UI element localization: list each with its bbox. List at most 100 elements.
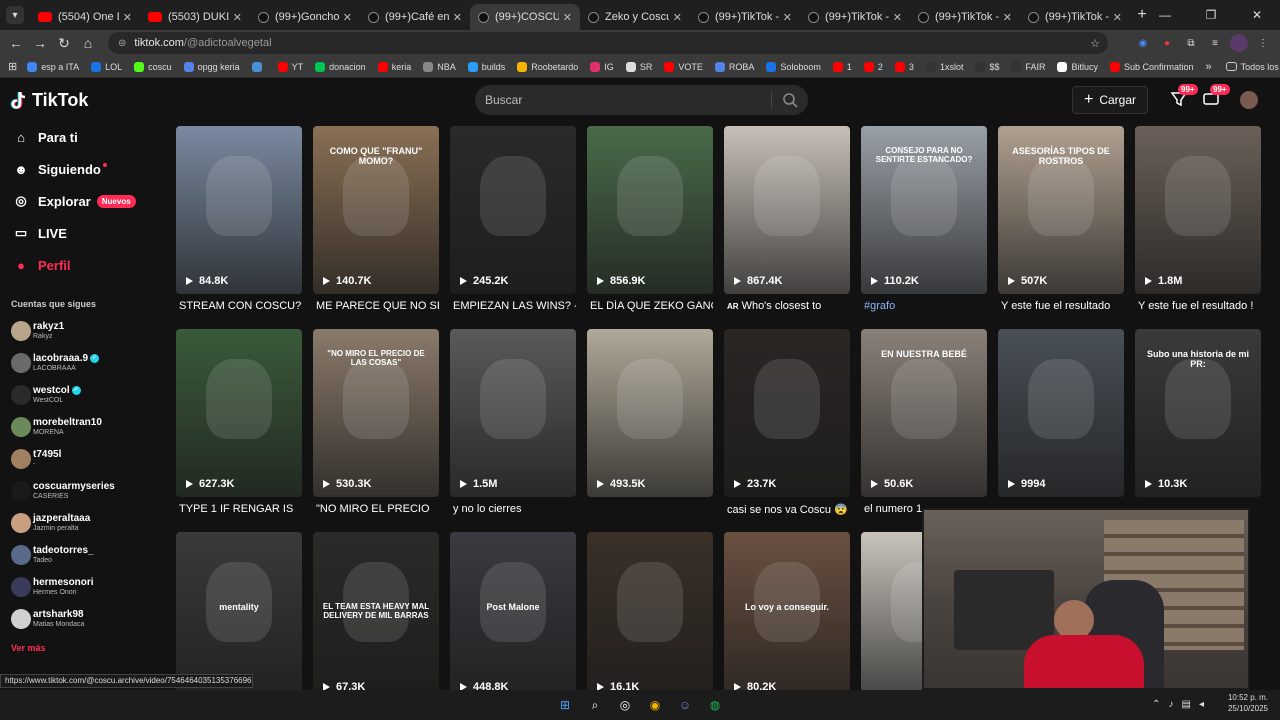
video-card[interactable]: 9994 [998, 329, 1124, 503]
sidebar-item-para-ti[interactable]: ⌂ Para ti [0, 121, 170, 153]
extensions-puzzle-icon[interactable]: ⧉ [1182, 34, 1200, 52]
followed-account[interactable]: tadeotorres_ Tadeo [0, 539, 170, 571]
forward-icon[interactable]: → [28, 35, 52, 51]
video-thumbnail[interactable]: 1.8M [1135, 126, 1261, 294]
bookmark-item[interactable]: ROBA [714, 61, 754, 72]
inbox-button[interactable]: 99+ [1170, 84, 1198, 108]
video-caption[interactable]: AR Who's closest to [724, 300, 850, 312]
bookmark-item[interactable]: Sub Confirmation [1110, 61, 1194, 72]
video-caption[interactable]: #grafo [861, 300, 987, 312]
messages-button[interactable]: 99+ [1202, 84, 1230, 108]
tiktok-logo[interactable]: TikTok [10, 90, 88, 111]
video-caption[interactable]: TYPE 1 IF RENGAR IS [176, 503, 302, 515]
bookmark-item[interactable]: 2 [863, 61, 883, 72]
video-thumbnail[interactable]: 493.5K [587, 329, 713, 497]
bookmark-item[interactable]: FAIR [1011, 61, 1045, 72]
sidebar-item-siguiendo[interactable]: ☻ Siguiendo [0, 153, 170, 185]
url-field[interactable]: ⊜ tiktok.com/@adictoalvegetal ☆ [108, 32, 1108, 54]
video-caption[interactable]: "NO MIRO EL PRECIO [313, 503, 439, 515]
bookmark-item[interactable]: YT [277, 61, 303, 72]
video-card[interactable]: mentality [176, 532, 302, 696]
bookmark-item[interactable]: donacion [315, 61, 366, 72]
video-thumbnail[interactable]: COMO QUE "FRANU" MOMO? 140.7K [313, 126, 439, 294]
apps-grid-icon[interactable]: ⊞ [8, 60, 17, 73]
sidebar-item-explorar[interactable]: ◎ Explorar Nuevos [0, 185, 170, 217]
followed-account[interactable]: artshark98 Matias Mondaca [0, 603, 170, 635]
close-tab-icon[interactable]: ✕ [343, 11, 352, 24]
video-thumbnail[interactable]: 856.9K [587, 126, 713, 294]
obs-icon[interactable]: ◎ [615, 695, 635, 715]
video-card[interactable]: 16.1K [587, 532, 713, 696]
restore-button[interactable]: ❐ [1188, 8, 1234, 22]
browser-tab[interactable]: (5504) One Direct ✕ [30, 4, 140, 30]
video-thumbnail[interactable]: 23.7K [724, 329, 850, 497]
search-taskbar-icon[interactable]: ⌕ [585, 695, 605, 715]
bookmark-item[interactable]: builds [467, 61, 505, 72]
discord-icon[interactable]: ☺ [675, 695, 695, 715]
video-thumbnail[interactable]: 84.8K [176, 126, 302, 294]
close-tab-icon[interactable]: ✕ [673, 11, 682, 24]
bookmark-item[interactable]: opgg keria [183, 61, 240, 72]
video-caption[interactable]: EL DÍA QUE ZEKO GANO [587, 300, 713, 312]
video-card[interactable]: 23.7K casi se nos va Coscu 😨 [724, 329, 850, 516]
reload-icon[interactable]: ↻ [52, 35, 76, 52]
video-thumbnail[interactable]: ASESORÍAS TIPOS DE ROSTROS 507K [998, 126, 1124, 294]
video-card[interactable]: COMO QUE "FRANU" MOMO? 140.7K ME PARECE QU… [313, 126, 439, 312]
close-tab-icon[interactable]: ✕ [233, 11, 242, 24]
video-caption[interactable]: Y este fue el resultado [998, 300, 1124, 312]
video-caption[interactable]: STREAM CON COSCU?? [176, 300, 302, 312]
media-controls-icon[interactable]: ≡ [1206, 34, 1224, 52]
video-thumbnail[interactable]: 627.3K [176, 329, 302, 497]
chevron-up-icon[interactable]: ⌃ [1152, 699, 1160, 710]
followed-account[interactable]: morebeltran10 MORENA [0, 411, 170, 443]
browser-tab[interactable]: (99+)Café en poc ✕ [360, 4, 470, 30]
bookmark-item[interactable]: NBA [423, 61, 456, 72]
close-tab-icon[interactable]: ✕ [123, 11, 132, 24]
video-card[interactable]: "NO MIRO EL PRECIO DE LAS COSAS" 530.3K "N… [313, 329, 439, 515]
bookmark-star-icon[interactable]: ☆ [1090, 37, 1100, 50]
browser-tab[interactable]: (99+)TikTok - Ma ✕ [690, 4, 800, 30]
video-thumbnail[interactable]: 245.2K [450, 126, 576, 294]
close-tab-icon[interactable]: ✕ [1003, 11, 1012, 24]
bookmark-item[interactable]: Roobetardo [517, 61, 578, 72]
video-thumbnail[interactable]: 867.4K [724, 126, 850, 294]
chrome-icon[interactable]: ◉ [645, 695, 665, 715]
close-tab-icon[interactable]: ✕ [453, 11, 462, 24]
video-card[interactable]: EN NUESTRA BEBÉ 50.6K el numero 1 [861, 329, 987, 515]
followed-account[interactable]: lacobraaa.9 ✓ LACOBRAAA [0, 347, 170, 379]
video-card[interactable]: CONSEJO PARA NO SENTIRTE ESTANCADO? 110.2… [861, 126, 987, 312]
video-card[interactable]: Lo voy a conseguir. 80.2K [724, 532, 850, 696]
video-caption[interactable]: EMPIEZAN LAS WINS? - [450, 300, 576, 312]
video-thumbnail[interactable]: 16.1K [587, 532, 713, 696]
start-icon[interactable]: ⊞ [555, 695, 575, 715]
network-icon[interactable]: ▤ [1182, 699, 1191, 710]
video-card[interactable]: 245.2K EMPIEZAN LAS WINS? - [450, 126, 576, 312]
bookmarks-overflow-icon[interactable]: » [1206, 61, 1212, 73]
bookmark-item[interactable]: esp a ITA [27, 61, 79, 72]
video-card[interactable]: 627.3K TYPE 1 IF RENGAR IS [176, 329, 302, 515]
extension-icon[interactable]: ● [1158, 34, 1176, 52]
clock[interactable]: 10:52 p. m. 25/10/2025 [1228, 692, 1268, 714]
followed-account[interactable]: coscuarmyseries CASERIES [0, 475, 170, 507]
video-caption[interactable]: Y este fue el resultado ! [1135, 300, 1261, 312]
followed-account[interactable]: westcol ✓ WestCOL [0, 379, 170, 411]
video-card[interactable]: 1.5M y no lo cierres [450, 329, 576, 515]
sidebar-item-live[interactable]: ▭ LIVE [0, 217, 170, 249]
video-thumbnail[interactable]: CONSEJO PARA NO SENTIRTE ESTANCADO? 110.2… [861, 126, 987, 294]
sidebar-item-perfil[interactable]: ● Perfil [0, 249, 170, 281]
bookmark-item[interactable]: VOTE [664, 61, 703, 72]
video-thumbnail[interactable]: Lo voy a conseguir. 80.2K [724, 532, 850, 696]
browser-menu-icon[interactable]: ⋮ [1254, 34, 1272, 52]
video-card[interactable]: 867.4K AR Who's closest to [724, 126, 850, 312]
browser-tab[interactable]: (5503) DUKI - 2To ✕ [140, 4, 250, 30]
tab-search-menu[interactable]: ▾ [6, 6, 24, 24]
browser-tab[interactable]: (99+)TikTok - Ma ✕ [910, 4, 1020, 30]
mic-icon[interactable]: ♪ [1169, 699, 1174, 710]
browser-tab[interactable]: (99+)Goncho Ban ✕ [250, 4, 360, 30]
video-card[interactable]: 1.8M Y este fue el resultado ! [1135, 126, 1261, 312]
video-thumbnail[interactable]: EN NUESTRA BEBÉ 50.6K [861, 329, 987, 497]
bookmark-item[interactable]: LOL [91, 61, 122, 72]
close-tab-icon[interactable]: ✕ [1113, 11, 1122, 24]
spotify-icon[interactable]: ◍ [705, 695, 725, 715]
bookmark-item[interactable] [251, 61, 266, 72]
